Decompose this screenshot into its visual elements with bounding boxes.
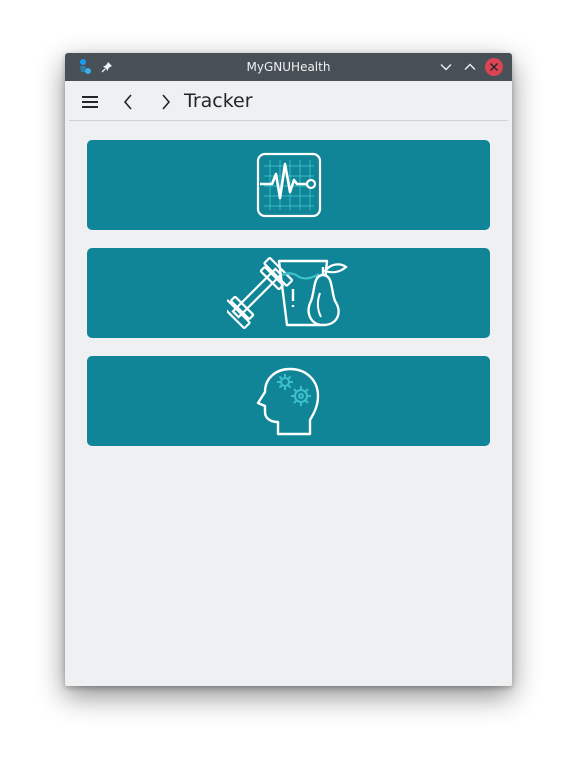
tracker-card-lifestyle[interactable] [87, 248, 490, 338]
app-window: MyGNUHealth Tracker [65, 53, 512, 686]
mood-mental-health-icon [256, 367, 319, 436]
page-title: Tracker [184, 90, 253, 112]
maximize-button[interactable] [459, 53, 481, 81]
back-button[interactable] [115, 89, 141, 115]
vital-signs-monitor-icon [256, 152, 321, 218]
toolbar-divider [69, 120, 508, 121]
app-toolbar: Tracker [65, 81, 512, 121]
lifestyle-fitness-nutrition-icon [226, 257, 348, 329]
minimize-button[interactable] [435, 53, 457, 81]
forward-button[interactable] [153, 89, 179, 115]
tracker-card-vitals[interactable] [87, 140, 490, 230]
tracker-card-mood[interactable] [87, 356, 490, 446]
window-titlebar[interactable]: MyGNUHealth [65, 53, 512, 81]
close-button[interactable] [483, 53, 505, 81]
hamburger-menu-icon[interactable] [77, 89, 103, 115]
